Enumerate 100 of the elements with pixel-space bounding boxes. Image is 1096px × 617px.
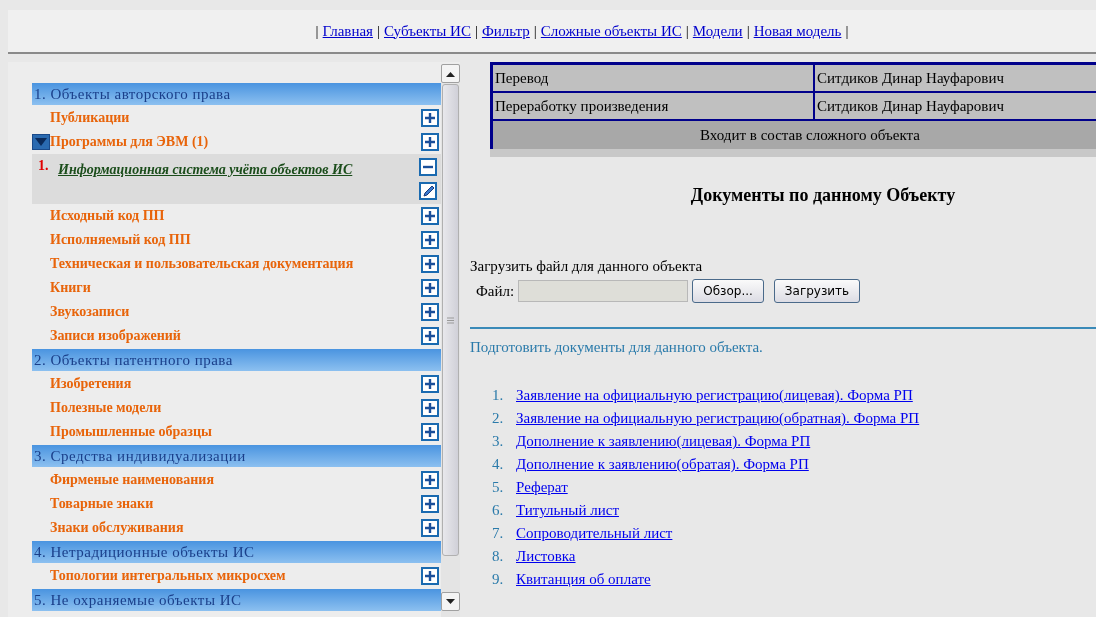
add-button[interactable] (421, 279, 439, 297)
plus-icon (424, 258, 436, 270)
category-header[interactable]: 4. Нетрадиционные объекты ИС (32, 541, 441, 563)
add-button[interactable] (421, 133, 439, 151)
scroll-down-button[interactable] (441, 592, 460, 611)
scroll-up-button[interactable] (441, 64, 460, 83)
caret-down-icon (446, 598, 455, 605)
tree-item-link[interactable]: Знаки обслуживания (50, 520, 421, 536)
nav-separator: | (845, 22, 849, 40)
tree-item-link[interactable]: Исходный код ПП (50, 208, 421, 224)
document-link[interactable]: Титульный лист (516, 502, 619, 519)
tree-item-link[interactable]: Записи изображений (50, 328, 421, 344)
upload-button[interactable]: Загрузить (773, 279, 861, 303)
tree-item-link[interactable]: Программы для ЭВМ (1) (50, 134, 421, 150)
plus-icon (424, 234, 436, 246)
plus-icon (424, 570, 436, 582)
list-number: 7. (492, 525, 504, 542)
list-number: 1. (492, 387, 504, 404)
add-button[interactable] (421, 519, 439, 537)
add-button[interactable] (421, 303, 439, 321)
plus-icon (424, 426, 436, 438)
plus-icon (424, 306, 436, 318)
category-header[interactable]: 3. Средства индивидуализации (32, 445, 441, 467)
nav-separator: | (746, 22, 750, 40)
document-link[interactable]: Листовка (516, 548, 576, 565)
document-link[interactable]: Реферат (516, 479, 568, 496)
plus-icon (424, 522, 436, 534)
add-button[interactable] (421, 471, 439, 489)
plus-icon (424, 474, 436, 486)
upload-title: Загрузить файл для данного объекта (470, 258, 704, 275)
tree-item-link[interactable]: Публикации (50, 110, 421, 126)
scrollbar[interactable] (441, 64, 460, 617)
plus-icon (424, 330, 436, 342)
pencil-icon (421, 184, 435, 198)
nav-separator: | (474, 22, 478, 40)
category-header[interactable]: 2. Объекты патентного права (32, 349, 441, 371)
add-button[interactable] (421, 327, 439, 345)
document-link[interactable]: Заявление на официальную регистрацию(обратная). Форма РП (516, 410, 920, 427)
document-link[interactable]: Квитанция об оплате (516, 571, 651, 588)
add-button[interactable] (421, 207, 439, 225)
add-button[interactable] (421, 423, 439, 441)
nav-link[interactable]: Фильтр (481, 22, 530, 40)
nav-link[interactable]: Главная (322, 22, 373, 40)
table-cell: Переработку произведения (491, 92, 814, 120)
tree-item-link[interactable]: Фирменые наименования (50, 472, 421, 488)
nav-link[interactable]: Модели (692, 22, 743, 40)
file-label: Файл: (476, 282, 515, 300)
table-cell: Перевод (491, 63, 814, 92)
category-header[interactable]: 5. Не охраняемые объекты ИС (32, 589, 441, 611)
edit-button[interactable] (419, 182, 437, 200)
tree-item-link[interactable]: Звукозаписи (50, 304, 421, 320)
nav-link[interactable]: Новая модель (753, 22, 842, 40)
tree-item-link[interactable]: Книги (50, 280, 421, 296)
table-cell: Ситдиков Динар Науфарович (814, 63, 1096, 92)
tree-item-link[interactable]: Полезные модели (50, 400, 421, 416)
grip-icon (447, 316, 454, 324)
tree-item-link[interactable]: Товарные знаки (50, 496, 421, 512)
add-button[interactable] (421, 255, 439, 273)
tree-item-link[interactable]: Изобретения (50, 376, 421, 392)
plus-icon (424, 282, 436, 294)
list-number: 6. (492, 502, 504, 519)
document-link[interactable]: Дополнение к заявлению(обратая). Форма РП (516, 456, 809, 473)
list-number: 2. (492, 410, 504, 427)
add-button[interactable] (421, 231, 439, 249)
document-link[interactable]: Сопроводительный лист (516, 525, 673, 542)
documents-heading: Документы по данному Объекту (689, 185, 957, 206)
plus-icon (424, 112, 436, 124)
list-number: 3. (492, 433, 504, 450)
file-input-field[interactable] (518, 280, 689, 302)
document-link[interactable]: Дополнение к заявлению(лицевая). Форма РП (516, 433, 811, 450)
list-number: 4. (492, 456, 504, 473)
tree-item-link[interactable]: Техническая и пользовательская документация (50, 256, 421, 272)
nav-separator: | (685, 22, 689, 40)
tree-item-link[interactable]: Промышленные образцы (50, 424, 421, 440)
category-header[interactable]: 1. Объекты авторского права (32, 83, 441, 105)
expand-toggle[interactable] (32, 134, 50, 150)
nav-separator: | (376, 22, 380, 40)
nav-link[interactable]: Субъекты ИС (384, 22, 471, 40)
plus-icon (424, 210, 436, 222)
browse-button[interactable]: Обзор... (692, 279, 764, 303)
add-button[interactable] (421, 375, 439, 393)
list-number: 9. (492, 571, 504, 588)
list-number: 5. (492, 479, 504, 496)
collapse-button[interactable] (419, 158, 437, 176)
nav-link[interactable]: Сложные объекты ИС (540, 22, 682, 40)
object-link[interactable]: Информационная система учёта объектов ИС (58, 158, 358, 200)
plus-icon (424, 378, 436, 390)
list-number: 8. (492, 548, 504, 565)
scroll-thumb[interactable] (442, 84, 459, 556)
add-button[interactable] (421, 495, 439, 513)
tree-item-link[interactable]: Исполняемый код ПП (50, 232, 421, 248)
plus-icon (424, 498, 436, 510)
add-button[interactable] (421, 567, 439, 585)
nav-separator: | (533, 22, 537, 40)
plus-icon (424, 402, 436, 414)
add-button[interactable] (421, 109, 439, 127)
table-cell: Ситдиков Динар Науфарович (814, 92, 1096, 120)
add-button[interactable] (421, 399, 439, 417)
tree-item-link[interactable]: Топологии интегральных микросхем (50, 568, 421, 584)
document-link[interactable]: Заявление на официальную регистрацию(лицевая). Форма РП (516, 387, 913, 404)
